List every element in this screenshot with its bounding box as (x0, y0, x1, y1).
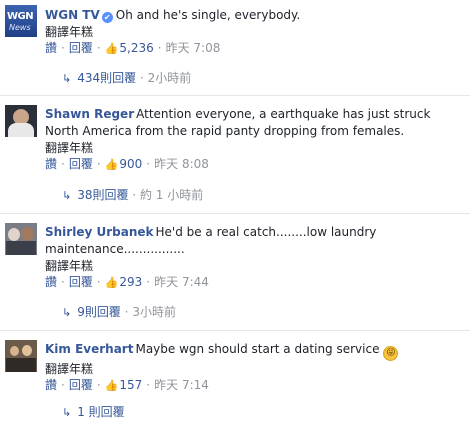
comment-timestamp[interactable]: 昨天 7:14 (154, 378, 209, 392)
like-count[interactable]: 900 (119, 157, 142, 171)
separator-dot: · (61, 157, 65, 171)
comment-thread: WGN News WGN TV ✔ Oh and he's single, ever… (0, 0, 470, 95)
view-replies[interactable]: ↳ 38則回覆 · 約 1 小時前 (62, 187, 203, 204)
like-link[interactable]: 讚 (45, 157, 57, 171)
reply-arrow-icon: ↳ (62, 306, 72, 319)
like-count[interactable]: 157 (119, 378, 142, 392)
replies-count-link[interactable]: 1 則回覆 (77, 405, 124, 419)
avatar[interactable] (5, 340, 37, 372)
comment-thread: Shawn Reger Attention everyone, a earthqu… (0, 96, 470, 213)
avatar-face (21, 227, 34, 241)
like-link[interactable]: 讚 (45, 275, 57, 289)
avatar[interactable] (5, 105, 37, 137)
comment-body: WGN TV ✔ Oh and he's single, everybody. 翻譯… (45, 7, 462, 57)
separator-dot: · (96, 378, 101, 392)
translate-link[interactable]: 翻譯年糕 (45, 258, 462, 274)
separator-dot: · (61, 275, 65, 289)
thumbs-up-icon: 👍 (104, 379, 119, 392)
comment-body: Kim Everhart Maybe wgn should start a dat… (45, 341, 462, 394)
verified-badge-icon: ✔ (101, 12, 113, 23)
comment-actions: 讚 · 回覆 · 👍900 · 昨天 8:08 (45, 156, 462, 173)
view-replies[interactable]: ↳ 9則回覆 · 3小時前 (62, 304, 176, 321)
replies-count-link[interactable]: 38則回覆 (77, 188, 128, 202)
comment-text: Maybe wgn should start a dating service (135, 342, 380, 356)
translate-link[interactable]: 翻譯年糕 (45, 24, 462, 40)
comment-text-line: Shawn Reger Attention everyone, a earthqu… (45, 106, 462, 140)
separator-dot: · (61, 378, 65, 392)
reply-link[interactable]: 回覆 (69, 275, 93, 289)
avatar-face (8, 228, 20, 241)
avatar-body (8, 123, 34, 137)
like-link[interactable]: 讚 (45, 378, 57, 392)
comment-text-line: WGN TV ✔ Oh and he's single, everybody. (45, 7, 462, 24)
like-count[interactable]: 5,236 (119, 41, 153, 55)
separator-dot: · (61, 41, 65, 55)
comment-author[interactable]: Shawn Reger (45, 107, 134, 121)
like-link[interactable]: 讚 (45, 41, 57, 55)
avatar-face (22, 345, 32, 356)
comment-author[interactable]: Shirley Urbanek (45, 225, 153, 239)
replies-time: 3小時前 (132, 305, 176, 319)
comment-timestamp[interactable]: 昨天 7:44 (154, 275, 209, 289)
separator-dot: · (96, 41, 101, 55)
view-replies[interactable]: ↳ 1 則回覆 (62, 404, 125, 421)
translate-link[interactable]: 翻譯年糕 (45, 140, 462, 156)
reply-arrow-icon: ↳ (62, 189, 72, 202)
separator-dot: · (128, 188, 140, 202)
separator-dot: · (146, 378, 151, 392)
reply-arrow-icon: ↳ (62, 72, 72, 85)
comment-text-line: Kim Everhart Maybe wgn should start a dat… (45, 341, 462, 361)
avatar-logo-subtext: News (9, 23, 31, 32)
replies-count-link[interactable]: 434則回覆 (77, 71, 136, 85)
comment-text: Oh and he's single, everybody. (115, 8, 301, 22)
comment-thread: Kim Everhart Maybe wgn should start a dat… (0, 331, 470, 425)
reply-link[interactable]: 回覆 (69, 41, 93, 55)
avatar-body (6, 241, 36, 255)
comment-text-line: Shirley Urbanek He'd be a real catch.....… (45, 224, 462, 258)
reply-arrow-icon: ↳ (62, 406, 72, 419)
comment-body: Shawn Reger Attention everyone, a earthqu… (45, 106, 462, 173)
separator-dot: · (157, 41, 162, 55)
comment-author[interactable]: Kim Everhart (45, 342, 133, 356)
avatar-face (10, 346, 19, 356)
comment-actions: 讚 · 回覆 · 👍5,236 · 昨天 7:08 (45, 40, 462, 57)
avatar[interactable]: WGN News (5, 5, 37, 37)
comment-timestamp[interactable]: 昨天 8:08 (154, 157, 209, 171)
replies-time: 2小時前 (147, 71, 192, 85)
reply-link[interactable]: 回覆 (69, 378, 93, 392)
translate-link[interactable]: 翻譯年糕 (45, 361, 462, 377)
avatar-body (6, 358, 36, 372)
separator-dot: · (146, 157, 151, 171)
comment-actions: 讚 · 回覆 · 👍157 · 昨天 7:14 (45, 377, 462, 394)
reply-link[interactable]: 回覆 (69, 157, 93, 171)
comment-actions: 讚 · 回覆 · 👍293 · 昨天 7:44 (45, 274, 462, 291)
comment-author[interactable]: WGN TV (45, 8, 100, 22)
separator-dot: · (120, 305, 133, 319)
view-replies[interactable]: ↳ 434則回覆 · 2小時前 (62, 70, 191, 87)
like-count[interactable]: 293 (119, 275, 142, 289)
separator-dot: · (96, 275, 101, 289)
comment-thread: Shirley Urbanek He'd be a real catch.....… (0, 214, 470, 330)
avatar-logo-text: WGN (7, 11, 34, 22)
tongue-out-emoji-icon: 😜 (383, 346, 399, 361)
thumbs-up-icon: 👍 (104, 42, 119, 55)
comment-body: Shirley Urbanek He'd be a real catch.....… (45, 224, 462, 291)
avatar[interactable] (5, 223, 37, 255)
separator-dot: · (146, 275, 151, 289)
replies-time: 約 1 小時前 (139, 188, 204, 202)
separator-dot: · (136, 71, 148, 85)
separator-dot: · (96, 157, 101, 171)
comment-timestamp[interactable]: 昨天 7:08 (166, 41, 221, 55)
thumbs-up-icon: 👍 (104, 276, 119, 289)
replies-count-link[interactable]: 9則回覆 (77, 305, 121, 319)
thumbs-up-icon: 👍 (104, 158, 119, 171)
